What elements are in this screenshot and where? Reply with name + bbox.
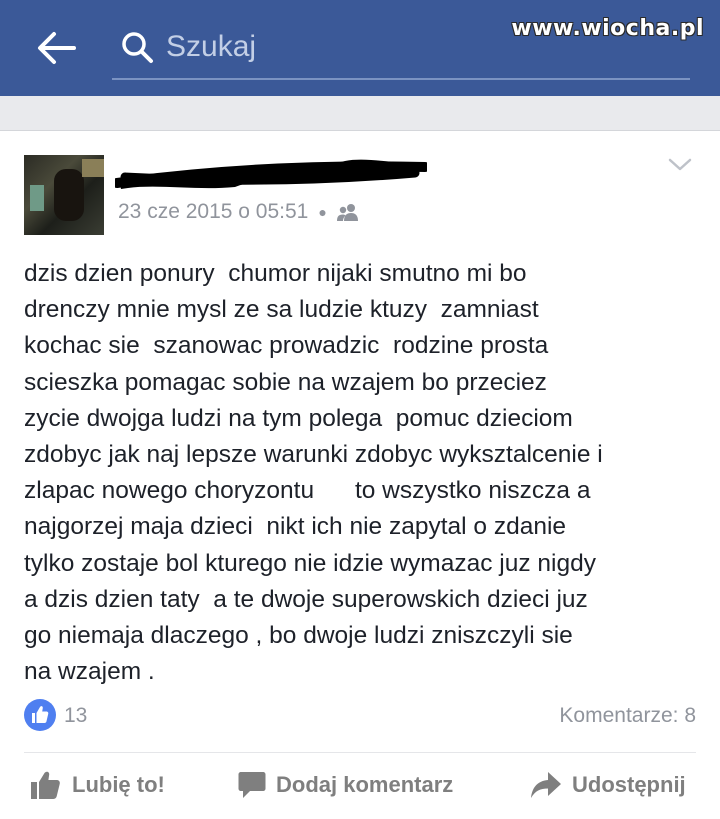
share-arrow-icon [531, 772, 561, 798]
like-button[interactable]: Lubię to! [30, 769, 165, 801]
post-text-line: dzis dzien ponury chumor nijaki smutno m… [24, 260, 527, 287]
share-button[interactable]: Udostępnij [530, 769, 686, 801]
post-options-chevron-icon[interactable] [666, 155, 694, 175]
post-actions: Lubię to! Dodaj komentarz Udostępnij [0, 753, 720, 815]
like-badge[interactable] [24, 699, 56, 731]
friends-icon [336, 204, 358, 221]
comment-icon [238, 772, 266, 798]
thumbs-up-icon [31, 771, 60, 799]
site-watermark: www.wiocha.pl [511, 16, 704, 41]
post-text-line: tylko zostaje bol kturego nie idzie wyma… [24, 549, 596, 577]
post-text-line: kochac sie szanowac prowadzic rodzine pr… [24, 332, 549, 360]
post-text-line: na wzajem . [24, 658, 155, 686]
post-text-line: go niemaja dlaczego , bo dwoje ludzi zni… [24, 622, 573, 650]
share-button-label: Udostępnij [572, 772, 686, 797]
feed-gap [0, 96, 720, 131]
avatar[interactable] [24, 155, 104, 235]
author-name-redacted [115, 159, 427, 189]
back-button[interactable] [34, 28, 78, 68]
post-text-line: najgorzej maja dzieci nikt ich nie zapyt… [24, 513, 567, 541]
post-timestamp[interactable]: 23 cze 2015 o 05:51 [118, 200, 308, 224]
search-icon [122, 32, 153, 63]
post-text-line: zycie dwojga ludzi na tym polega pomuc d… [24, 404, 573, 432]
post-stats: 13 Komentarze: 8 [24, 699, 696, 731]
post-text-line: a dzis dzien taty a te dwoje superowskic… [24, 585, 588, 613]
top-bar: www.wiocha.pl [0, 0, 720, 96]
like-button-label: Lubię to! [72, 772, 165, 797]
back-arrow-icon [38, 32, 76, 64]
thumbs-up-icon [32, 706, 49, 723]
post-text-line: scieszka pomagac sobie na wzajem bo prze… [24, 368, 547, 396]
post-text-line: drenczy mnie mysl ze sa ludzie ktuzy zam… [24, 296, 539, 324]
comment-button-label: Dodaj komentarz [276, 772, 454, 797]
like-count[interactable]: 13 [64, 704, 87, 728]
post-text-line: zdobyc jak naj lepsze warunki zdobyc wyk… [24, 441, 603, 469]
comments-count[interactable]: Komentarze: 8 [559, 704, 696, 728]
post-card: 23 cze 2015 o 05:51 ● dzis dzien ponury … [0, 131, 720, 819]
post-text: dzis dzien ponury chumor nijaki smutno m… [24, 256, 704, 690]
post-text-line: zlapac nowego choryzontu to wszystko nis… [24, 477, 591, 505]
post-meta: 23 cze 2015 o 05:51 ● [118, 199, 359, 225]
meta-separator: ● [318, 204, 327, 220]
comment-button[interactable]: Dodaj komentarz [238, 769, 453, 801]
